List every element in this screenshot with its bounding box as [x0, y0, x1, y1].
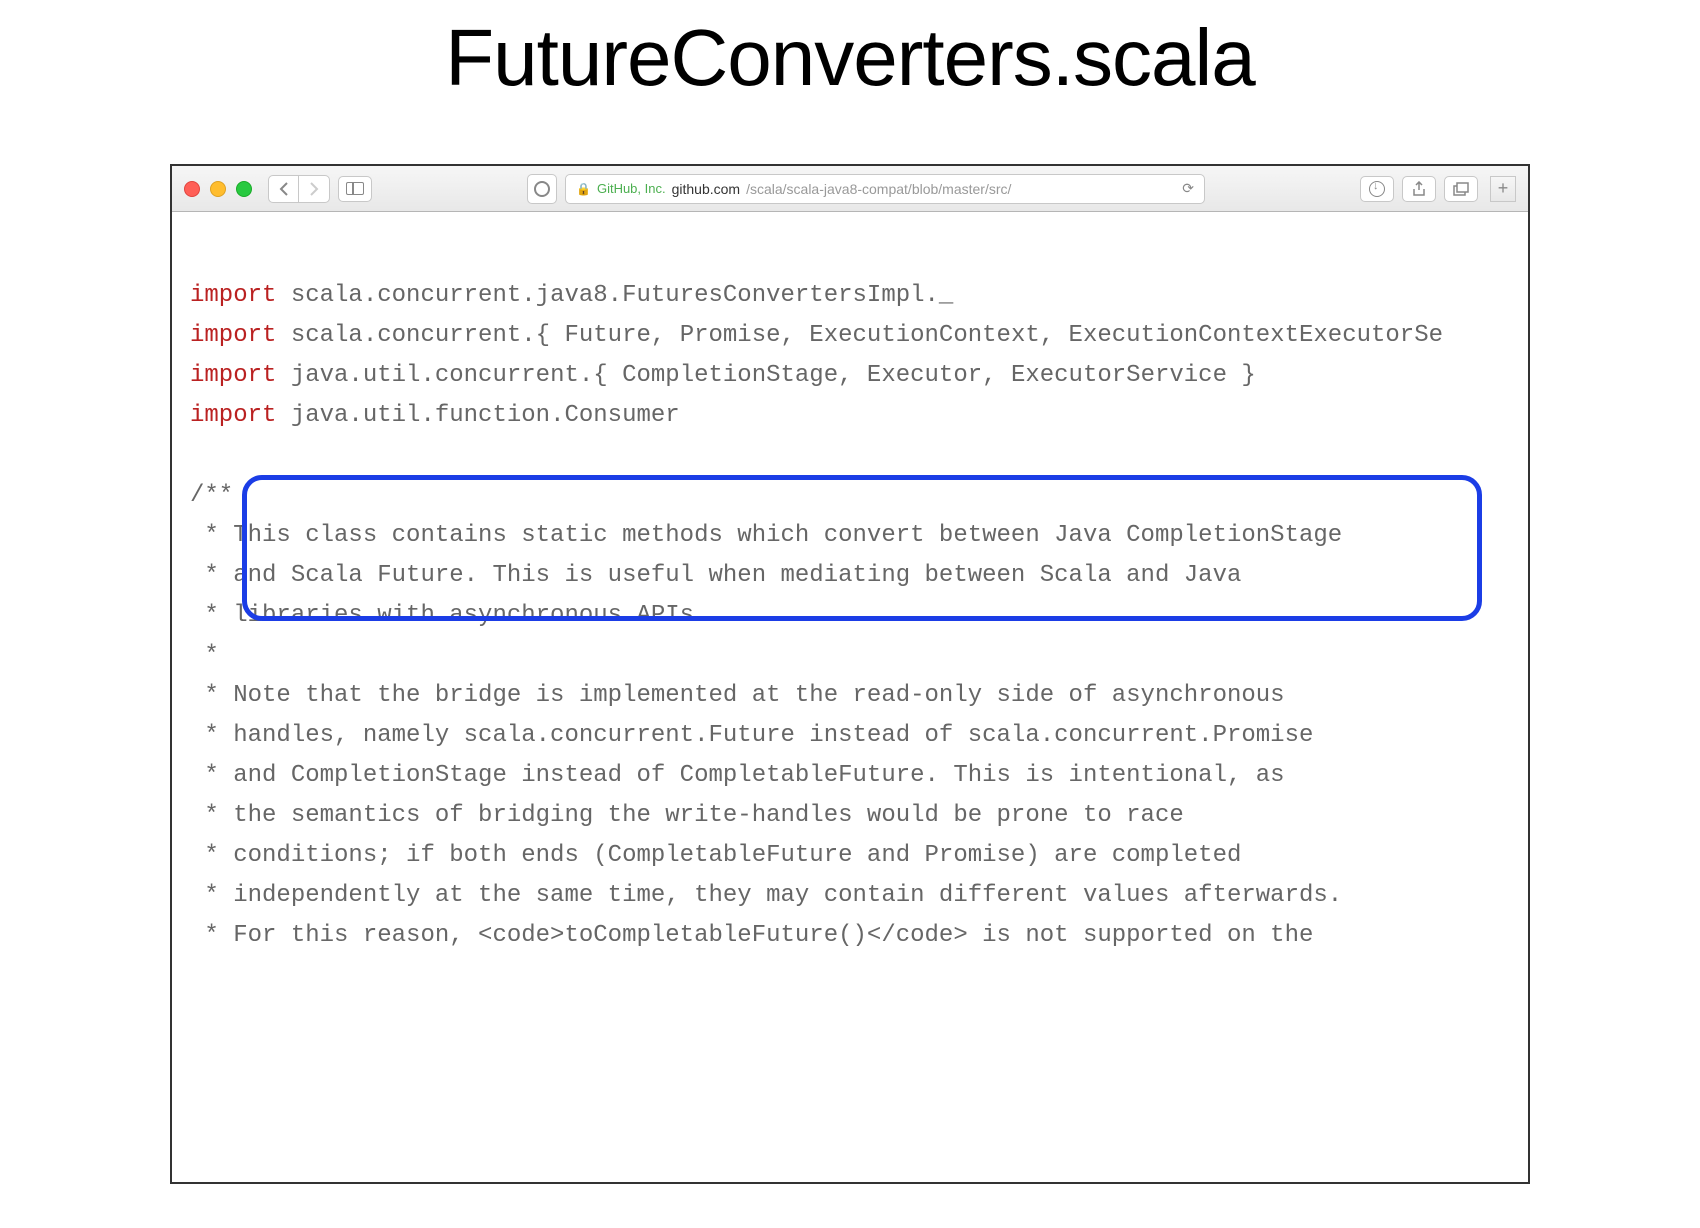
code-line: * and Scala Future. This is useful when … — [190, 562, 1241, 589]
new-tab-button[interactable]: + — [1490, 176, 1516, 202]
address-bar-container: 🔒 GitHub, Inc. github.com/scala/scala-ja… — [400, 174, 1332, 204]
code-text: java.util.concurrent.{ CompletionStage, … — [276, 362, 1255, 389]
import-keyword: import — [190, 282, 276, 309]
refresh-icon[interactable]: ⟳ — [1182, 180, 1194, 197]
code-line: * Note that the bridge is implemented at… — [190, 682, 1285, 709]
reader-icon — [534, 181, 550, 197]
import-keyword: import — [190, 322, 276, 349]
address-bar[interactable]: 🔒 GitHub, Inc. github.com/scala/scala-ja… — [565, 174, 1205, 204]
code-content: import scala.concurrent.java8.FuturesCon… — [172, 212, 1528, 1060]
code-line: * conditions; if both ends (CompletableF… — [190, 842, 1241, 869]
toolbar-right-buttons: + — [1360, 176, 1516, 202]
maximize-window-button[interactable] — [236, 181, 252, 197]
sidebar-icon — [346, 182, 364, 195]
code-text: scala.concurrent.{ Future, Promise, Exec… — [276, 322, 1443, 349]
code-text: java.util.function.Consumer — [276, 402, 679, 429]
page-title: FutureConverters.scala — [170, 12, 1530, 104]
code-line: import scala.concurrent.java8.FuturesCon… — [190, 282, 953, 309]
nav-buttons-group — [268, 175, 330, 203]
browser-toolbar: 🔒 GitHub, Inc. github.com/scala/scala-ja… — [172, 166, 1528, 212]
code-text: scala.concurrent.java8.FuturesConverters… — [276, 282, 953, 309]
import-keyword: import — [190, 362, 276, 389]
code-line: * libraries with asynchronous APIs. — [190, 602, 708, 629]
code-line: import java.util.function.Consumer — [190, 402, 680, 429]
minimize-window-button[interactable] — [210, 181, 226, 197]
window-controls — [184, 181, 252, 197]
lock-icon: 🔒 — [576, 182, 591, 196]
download-icon — [1369, 181, 1385, 197]
share-button[interactable] — [1402, 176, 1436, 202]
code-line: import scala.concurrent.{ Future, Promis… — [190, 322, 1443, 349]
url-domain: github.com — [672, 181, 740, 197]
tabs-button[interactable] — [1444, 176, 1478, 202]
code-line: * the semantics of bridging the write-ha… — [190, 802, 1184, 829]
downloads-button[interactable] — [1360, 176, 1394, 202]
reader-mode-button[interactable] — [527, 174, 557, 204]
code-line: import java.util.concurrent.{ Completion… — [190, 362, 1256, 389]
code-line: * independently at the same time, they m… — [190, 882, 1342, 909]
close-window-button[interactable] — [184, 181, 200, 197]
forward-button[interactable] — [299, 176, 329, 202]
share-icon — [1411, 181, 1427, 197]
code-line: * This class contains static methods whi… — [190, 522, 1342, 549]
url-company: GitHub, Inc. — [597, 181, 666, 196]
back-button[interactable] — [269, 176, 299, 202]
browser-window: 🔒 GitHub, Inc. github.com/scala/scala-ja… — [170, 164, 1530, 1184]
code-line: * and CompletionStage instead of Complet… — [190, 762, 1285, 789]
code-line: /** — [190, 482, 233, 509]
import-keyword: import — [190, 402, 276, 429]
sidebar-button[interactable] — [338, 176, 372, 202]
code-line: * handles, namely scala.concurrent.Futur… — [190, 722, 1313, 749]
code-line: * For this reason, <code>toCompletableFu… — [190, 922, 1313, 949]
url-path: /scala/scala-java8-compat/blob/master/sr… — [746, 181, 1011, 197]
tabs-icon — [1453, 182, 1469, 196]
code-line: * — [190, 642, 219, 669]
